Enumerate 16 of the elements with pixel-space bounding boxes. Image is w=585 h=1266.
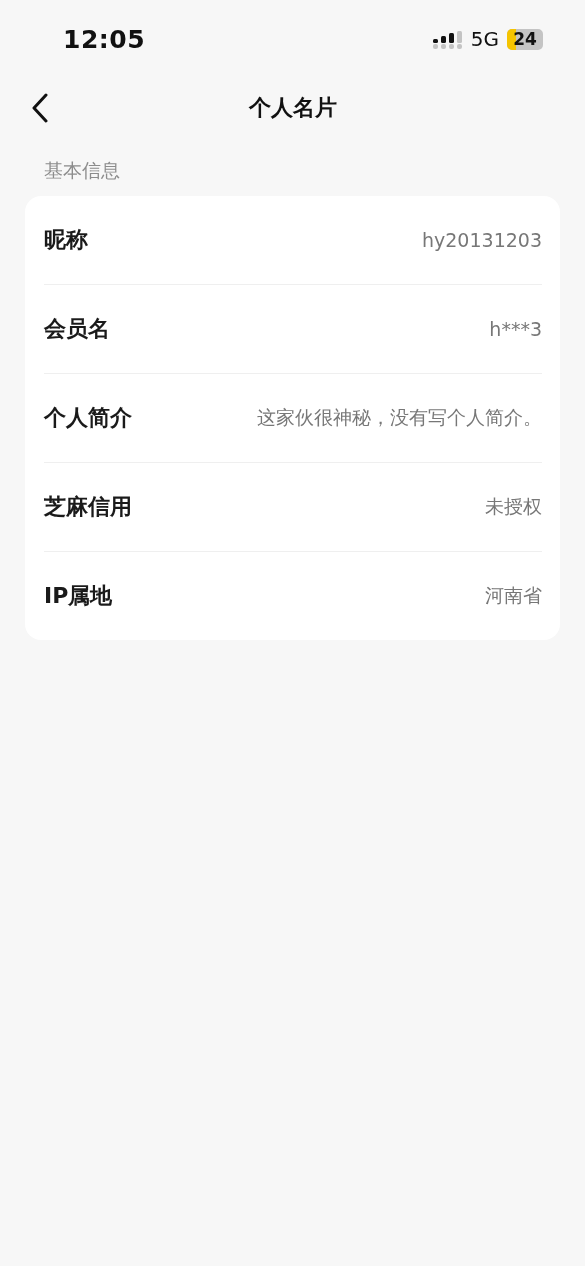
- network-label: 5G: [470, 27, 499, 51]
- row-value: 未授权: [485, 494, 542, 519]
- row-label: IP属地: [44, 582, 113, 610]
- page-title: 个人名片: [248, 94, 337, 122]
- row-label: 芝麻信用: [44, 493, 132, 521]
- row-value: 河南省: [485, 583, 542, 608]
- row-label: 昵称: [44, 226, 88, 254]
- signal-icon: [432, 29, 463, 49]
- row-value: h***3: [489, 318, 542, 340]
- section-title: 基本信息: [43, 158, 121, 183]
- row-label: 个人简介: [44, 404, 132, 432]
- row-value: 这家伙很神秘，没有写个人简介。: [257, 405, 542, 430]
- status-time: 12:05: [63, 24, 147, 54]
- row-value: hy20131203: [422, 229, 542, 251]
- row-label: 会员名: [44, 315, 110, 343]
- back-icon: [31, 93, 49, 123]
